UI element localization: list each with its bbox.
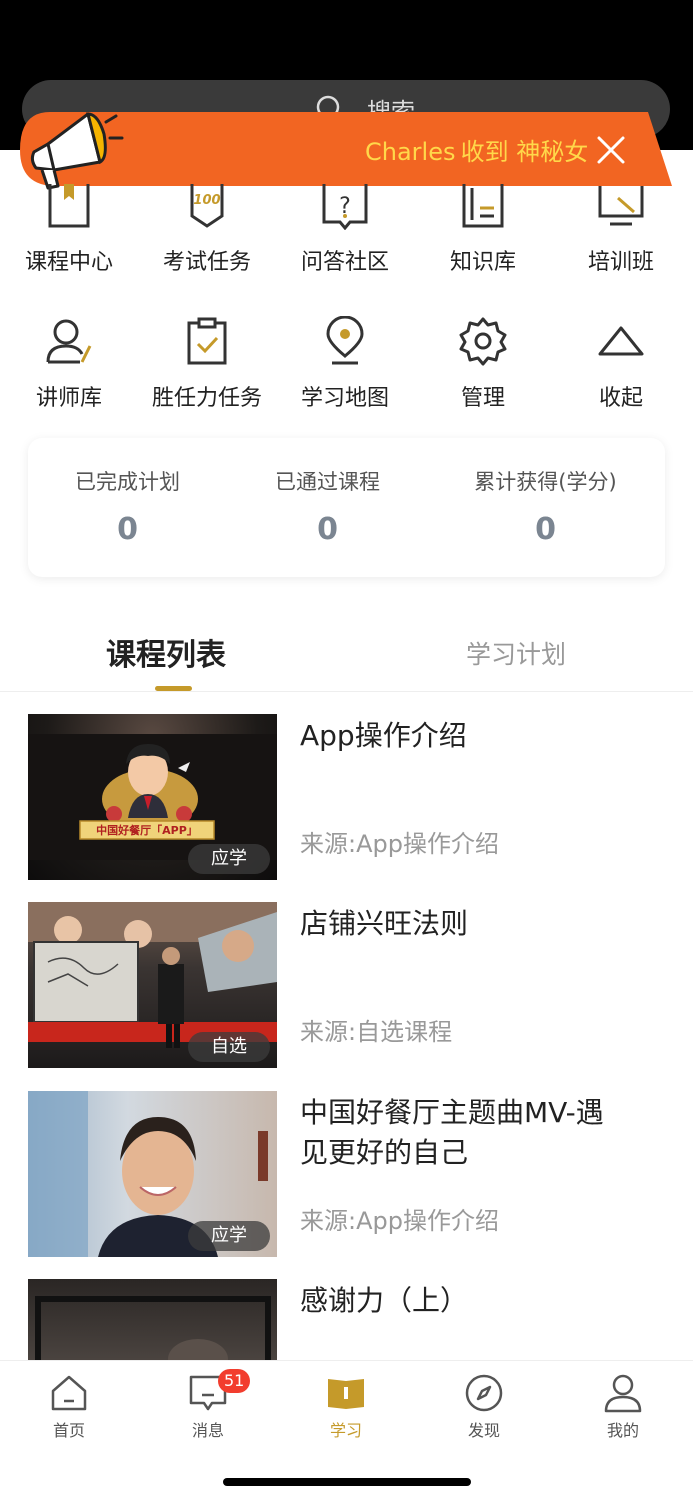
gear-icon bbox=[459, 317, 507, 366]
stat-value: 0 bbox=[317, 512, 338, 547]
study-book-icon bbox=[328, 1379, 364, 1409]
home-indicator bbox=[223, 1478, 471, 1486]
course-badge: 自选 bbox=[188, 1032, 270, 1062]
tab-course-list[interactable]: 课程列表 bbox=[106, 630, 226, 674]
banner-text: 收到 神秘女 bbox=[460, 138, 589, 166]
tabbar-label: 首页 bbox=[52, 1421, 85, 1440]
grid-qa-community[interactable]: ? 问答社区 bbox=[276, 180, 414, 290]
grid-label: 胜任力任务 bbox=[151, 386, 262, 411]
course-thumbnail: 应学 bbox=[28, 1091, 277, 1257]
course-title: 店铺兴旺法则 bbox=[300, 907, 469, 940]
stat-label: 已完成计划 bbox=[75, 470, 180, 494]
lecturer-icon bbox=[46, 319, 92, 364]
thumb-caption: 中国好餐厅「APP」 bbox=[96, 823, 198, 837]
exam-100-icon: 100 bbox=[190, 184, 224, 228]
grid-label: 知识库 bbox=[449, 250, 516, 275]
grid-label: 学习地图 bbox=[300, 386, 389, 411]
grid-label: 讲师库 bbox=[35, 386, 102, 411]
course-source: 来源:App操作介绍 bbox=[300, 830, 499, 858]
course-thumbnail: 自选 bbox=[28, 902, 277, 1068]
grid-manage[interactable]: 管理 bbox=[414, 316, 552, 426]
grid-label: 收起 bbox=[598, 386, 643, 411]
svg-text:100: 100 bbox=[193, 193, 220, 208]
stat-value: 0 bbox=[117, 512, 138, 547]
collapse-up-icon bbox=[598, 326, 644, 356]
stat-total-credits[interactable]: 累计获得(学分) 0 bbox=[468, 466, 623, 547]
course-badge: 应学 bbox=[188, 1221, 270, 1251]
training-screen-icon bbox=[598, 186, 644, 226]
grid-exam-task[interactable]: 100 考试任务 bbox=[138, 180, 276, 290]
grid-label: 问答社区 bbox=[300, 250, 389, 275]
grid-knowledge-base[interactable]: 知识库 bbox=[414, 180, 552, 290]
grid-label: 考试任务 bbox=[162, 250, 251, 275]
knowledge-doc-icon bbox=[462, 184, 504, 228]
home-icon bbox=[51, 1375, 87, 1411]
unread-badge: 51 bbox=[218, 1369, 251, 1393]
stat-label: 已通过课程 bbox=[275, 470, 380, 494]
course-title: 感谢力（上） bbox=[300, 1284, 469, 1317]
tabbar-item-profile[interactable]: 我的 bbox=[573, 1373, 673, 1441]
tabbar-label: 学习 bbox=[329, 1421, 362, 1440]
course-item[interactable]: 中国好餐厅「APP」 应学 App操作介绍 来源:App操作介绍 bbox=[0, 714, 693, 884]
question-icon: ? bbox=[322, 184, 368, 230]
grid-course-center[interactable]: 课程中心 bbox=[0, 180, 138, 290]
course-title: App操作介绍 bbox=[300, 719, 467, 752]
banner-username: Charles bbox=[365, 138, 456, 166]
tab-study-plan[interactable]: 学习计划 bbox=[466, 635, 566, 671]
tabbar-item-home[interactable]: 首页 bbox=[19, 1373, 119, 1441]
tabbar-label: 发现 bbox=[467, 1421, 500, 1440]
course-badge: 应学 bbox=[188, 844, 270, 874]
tabbar-label: 消息 bbox=[191, 1421, 224, 1440]
grid-label: 课程中心 bbox=[24, 250, 113, 275]
course-item[interactable]: 应学 中国好餐厅主题曲MV-遇见更好的自己 来源:App操作介绍 bbox=[0, 1091, 693, 1261]
tabbar-item-discover[interactable]: 发现 bbox=[434, 1373, 534, 1441]
stat-value: 0 bbox=[535, 512, 556, 547]
close-icon[interactable] bbox=[595, 134, 627, 166]
grid-collapse[interactable]: 收起 bbox=[552, 316, 690, 426]
grid-lecturer[interactable]: 讲师库 bbox=[0, 316, 138, 426]
tabbar-item-study[interactable]: 学习 bbox=[296, 1373, 396, 1441]
tabbar-label: 我的 bbox=[606, 1421, 639, 1440]
stats-card: 已完成计划 0 已通过课程 0 累计获得(学分) 0 bbox=[28, 438, 665, 577]
grid-label: 管理 bbox=[460, 386, 505, 411]
grid-competency-task[interactable]: 胜任力任务 bbox=[138, 316, 276, 426]
compass-icon bbox=[465, 1374, 503, 1412]
grid-learning-map[interactable]: 学习地图 bbox=[276, 316, 414, 426]
tabbar-item-messages[interactable]: 51 消息 bbox=[158, 1369, 258, 1441]
map-pin-icon bbox=[326, 316, 364, 365]
banner-message: Charles 收到 神秘女 bbox=[365, 132, 591, 168]
course-source: 来源:App操作介绍 bbox=[300, 1207, 499, 1235]
stat-completed-plans[interactable]: 已完成计划 0 bbox=[70, 466, 185, 547]
course-source: 来源:自选课程 bbox=[300, 1018, 453, 1046]
course-thumbnail: 中国好餐厅「APP」 应学 bbox=[28, 714, 277, 880]
stat-label: 累计获得(学分) bbox=[474, 470, 617, 494]
book-icon bbox=[48, 184, 90, 228]
course-title: 中国好餐厅主题曲MV-遇见更好的自己 bbox=[300, 1096, 604, 1169]
grid-label: 培训班 bbox=[587, 250, 654, 275]
divider bbox=[0, 691, 693, 692]
clipboard-check-icon bbox=[187, 317, 227, 365]
course-item[interactable]: 自选 店铺兴旺法则 来源:自选课程 bbox=[0, 902, 693, 1072]
grid-training-class[interactable]: 培训班 bbox=[552, 180, 690, 290]
notification-banner[interactable]: Charles 收到 神秘女 bbox=[20, 112, 672, 190]
stat-passed-courses[interactable]: 已通过课程 0 bbox=[270, 466, 385, 547]
profile-icon bbox=[604, 1374, 642, 1413]
